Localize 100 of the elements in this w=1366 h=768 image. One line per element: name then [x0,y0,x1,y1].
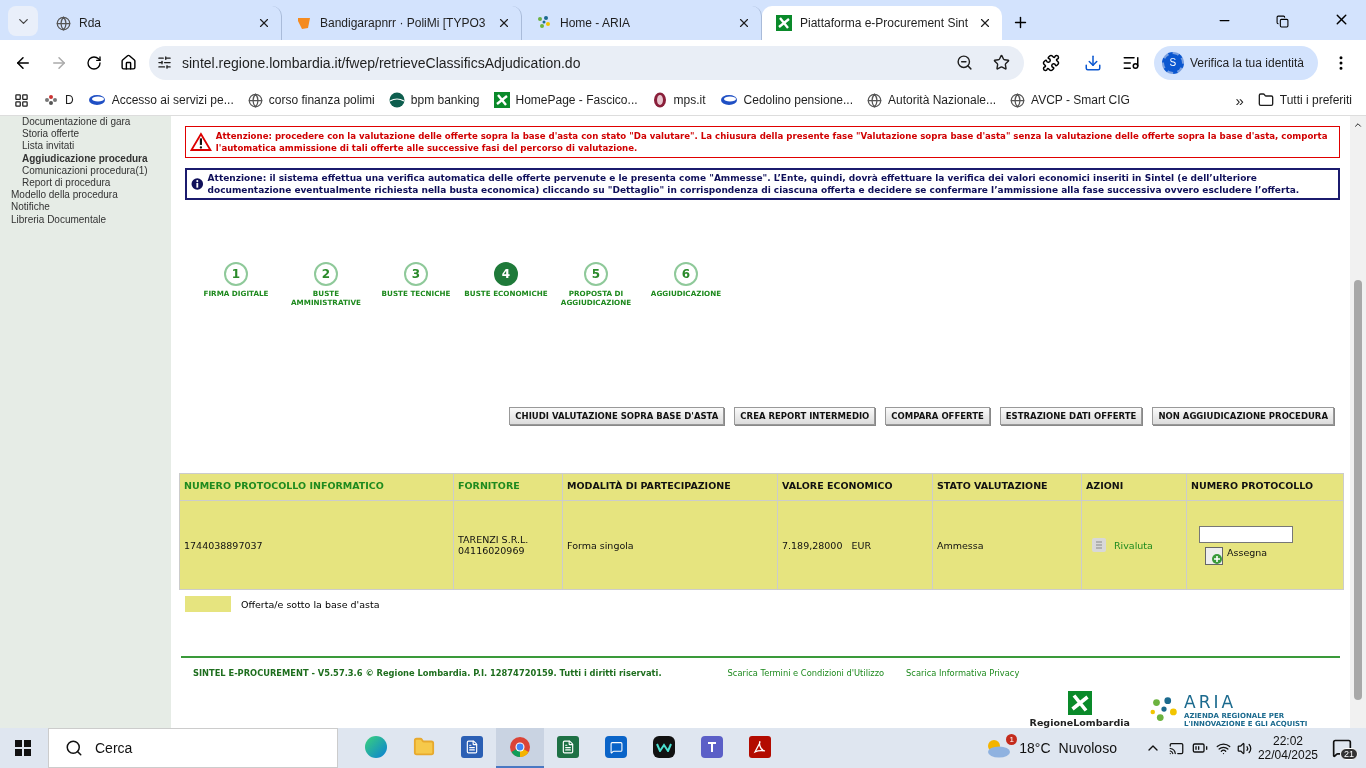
star-icon[interactable] [992,54,1010,71]
teams-icon[interactable] [701,736,723,758]
cast-icon[interactable] [1168,740,1184,756]
action-button[interactable]: CHIUDI VALUTAZIONE SOPRA BASE D'ASTA [509,407,725,425]
weather-badge: 1 [1006,734,1018,745]
aria-logo-text: ARIA [1184,692,1238,712]
horse-logo-icon [651,92,668,108]
profile-button[interactable]: S Verifica la tua identità [1153,45,1318,80]
dots-logo-icon [43,92,59,108]
column-header: AZIONI [1081,473,1187,501]
column-header: VALORE ECONOMICO [777,473,933,501]
assign-label[interactable]: Assegna [1227,546,1268,558]
sidebar-item[interactable]: Lista invitati [0,140,171,153]
alert-text: Attenzione: il sistema effettua una verifica automatica delle offerte pervenute e le presenta come "Ammesse". L’Ente, quindi, dovrà effettuare la verifica dei valori economici inseriti in Sintel (e dell’ulteriore documentazione eventualmente richiesta nella busta economica) cliccando su "Dettaglio" in corrispondenza di ciascuna offerta e decidere se confermare l’ammissione alla fase successiva ovvero escludere l’offerta. [207,172,1301,196]
search-icon [65,739,83,757]
globe-icon [867,92,882,108]
plus-icon[interactable] [1212,553,1222,564]
more-bookmarks[interactable]: » [1235,91,1244,109]
start-icon[interactable] [15,740,31,756]
download-icon[interactable] [1083,53,1102,72]
clock[interactable]: 22:02 22/04/2025 [1257,734,1318,762]
volume-icon[interactable] [1236,740,1252,756]
column-header: STATO VALUTAZIONE [932,473,1082,501]
pdf-icon[interactable] [749,736,771,758]
bookmark[interactable]: bpm banking [388,92,480,108]
apps-icon[interactable] [14,92,29,108]
sidebar-item[interactable]: Libreria Documentale [0,213,171,226]
scroll-up-icon[interactable] [1353,120,1363,130]
edge-icon[interactable] [365,736,387,758]
battery-icon[interactable] [1191,740,1208,756]
alert-text: Attenzione: procedere con la valutazione delle offerte sopra la base d'asta con stato "Da valutare". La chiusura della presente fase "Valutazione sopra base d'asta" senza la valutazione delle offerte sopra la base d'asta, comporta l'automatica ammissione di tali offerte alle successive fasi del percorso di valutazione. [215,130,1329,154]
zoom-out-icon[interactable] [955,54,973,71]
typo3-logo-icon [296,15,312,31]
bookmark[interactable]: D [43,92,74,108]
weather-icon [985,738,1012,758]
notification-count: 21 [1340,748,1358,760]
temperature-text: 18°C [1019,740,1051,756]
wifi-icon[interactable] [1215,740,1231,756]
globe-icon [56,15,71,31]
document-icon [1092,538,1106,552]
region-logo-text: RegioneLombardia [1029,717,1130,728]
globe-icon [1010,92,1026,108]
action-button[interactable]: NON AGGIUDICAZIONE PROCEDURA [1152,407,1334,425]
table-cell: 7.189,28000 EUR [777,500,933,590]
all-bookmarks[interactable]: Tutti i preferiti [1279,93,1352,107]
browser-tab[interactable]: Piattaforma e-Procurement Sint [762,6,1002,40]
bookmark[interactable]: AVCP - Smart CIG [1010,92,1130,108]
sidebar-item[interactable]: Report di procedura [0,177,171,190]
folder-icon[interactable] [1257,92,1274,108]
home-icon[interactable] [120,54,137,71]
bookmark[interactable]: Autorità Nazionale... [867,92,997,108]
weather-text: Nuvoloso [1058,740,1117,756]
copyright-text: SINTEL E-PROCUREMENT - V5.57.3.6 © Regione Lombardia. P.I. 12874720159. Tutti i diritti riservati. [193,668,662,678]
table-cell: 1744038897037 [179,500,454,590]
action-button[interactable]: COMPARA OFFERTE [885,407,990,425]
globe-icon [247,92,263,108]
bookmark[interactable]: corso finanza polimi [247,92,375,108]
extensions-icon[interactable] [1041,53,1060,72]
sidebar-item[interactable]: Comunicazioni procedura(1) [0,164,171,177]
bookmark[interactable]: Cedolino pensione... [719,93,853,107]
table-cell: Forma singola [562,500,778,590]
sidebar-item[interactable]: Notifiche [0,201,171,214]
column-header: NUMERO PROTOCOLLO [1186,473,1344,501]
rivaluta-link[interactable]: Rivaluta [1114,539,1153,551]
sidebar-item[interactable]: Aggiudicazione procedura [0,152,171,165]
word-icon[interactable] [461,736,483,758]
legend-label: Offerta/e sotto la base d'asta [241,598,380,610]
address-bar[interactable]: sintel.regione.lombardia.it/fwep/retrieveClassificsAdjudication.do [149,45,1024,80]
swoosh-logo-icon [719,93,738,107]
close-icon[interactable] [737,16,751,30]
close-icon[interactable] [257,16,271,30]
sidebar-item[interactable]: Documentazione di gara [0,116,171,129]
dots-logo-icon [536,15,552,31]
reload-icon[interactable] [86,54,102,71]
bookmark[interactable]: Accesso ai servizi pe... [87,93,234,107]
bookmark[interactable]: HomePage - Fascico... [493,92,638,108]
sidebar-item[interactable]: Storia offerte [0,128,171,141]
close-icon[interactable] [497,16,511,30]
swoosh-logo-icon [87,93,106,107]
taskbar-search[interactable]: Cerca [48,728,338,768]
close-icon[interactable] [978,16,992,30]
footer-link[interactable]: Scarica Informativa Privacy [906,668,1020,678]
site-settings-icon[interactable] [157,55,172,70]
restore-icon[interactable] [1276,15,1289,28]
bookmark[interactable]: mps.it [651,92,706,108]
chrome-icon[interactable] [509,736,531,758]
action-button[interactable]: CREA REPORT INTERMEDIO [734,407,876,425]
spreadsheet-icon[interactable] [557,736,579,758]
footer-link[interactable]: Scarica Termini e Condizioni d'Utilizzo [727,668,885,678]
column-header: MODALITÀ DI PARTECIPAZIONE [562,473,778,501]
scrollbar[interactable] [1350,116,1366,728]
table-cell: TARENZI S.R.L. 04116020969 [453,500,563,590]
table-cell: Ammessa [932,500,1082,590]
new-tab-icon[interactable] [1012,14,1029,31]
action-button[interactable]: ESTRAZIONE DATI OFFERTE [999,407,1143,425]
add-button[interactable] [1205,546,1223,565]
bank-logo-icon [388,92,405,108]
webex-icon[interactable] [653,736,675,758]
protocol-input[interactable] [1199,525,1293,543]
sidebar-item[interactable]: Modello della procedura [0,189,171,202]
